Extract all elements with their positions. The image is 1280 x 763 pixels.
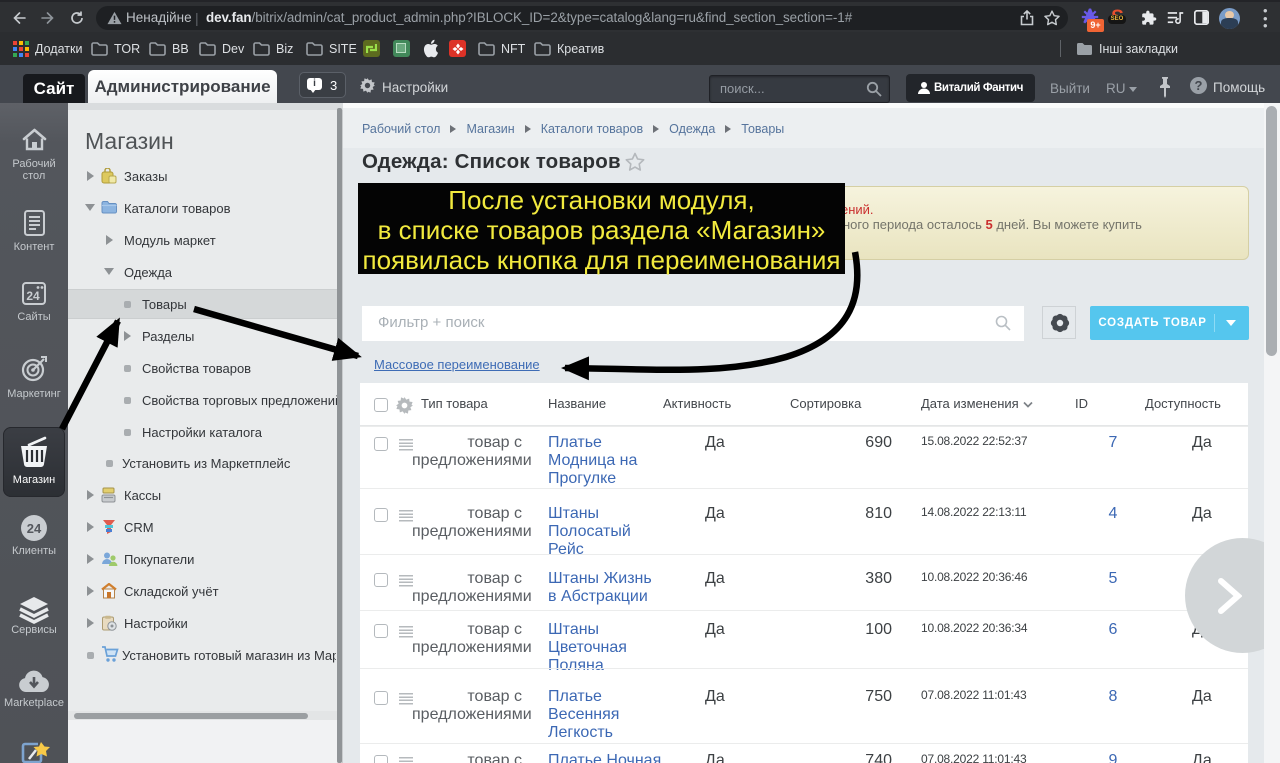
svg-text:24: 24	[26, 289, 40, 303]
svg-text:24: 24	[27, 521, 42, 536]
